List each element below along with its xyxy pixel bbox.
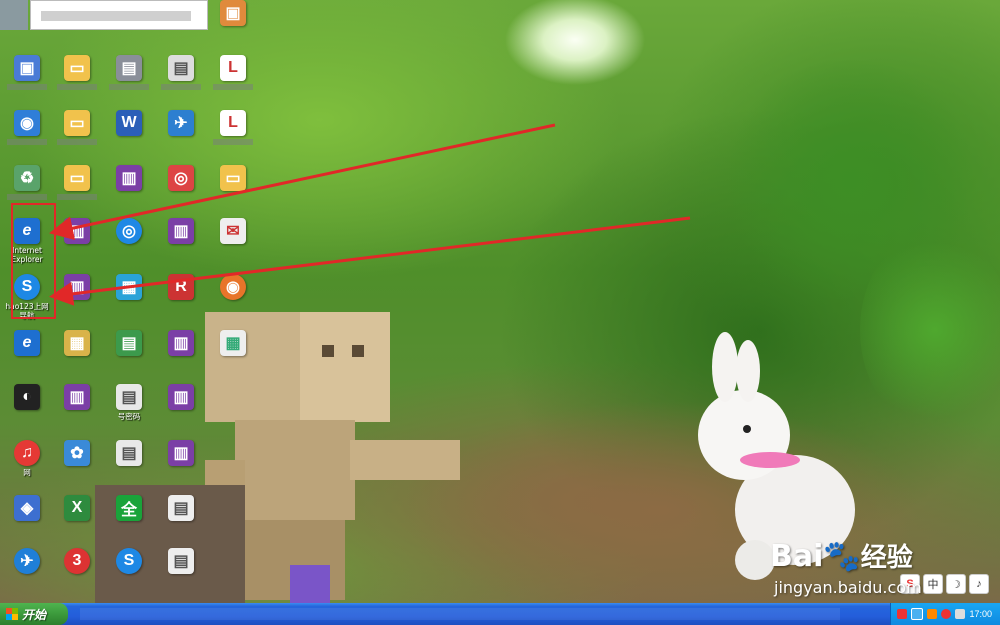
start-label: 开始 [22,607,47,622]
taskbar-buttons[interactable] [80,606,860,622]
security-tray-icon[interactable] [941,609,952,619]
system-tray: 17:00 [890,603,1000,625]
watermark-url: jingyan.baidu.com [774,578,922,597]
annotation-arrows [49,123,691,306]
app-tray-icon[interactable] [927,609,938,619]
volume-tray-icon[interactable] [955,609,966,619]
arrow-to-hao123 [49,216,691,306]
clock[interactable]: 17:00 [969,609,992,619]
desktop-wallpaper: ▣ ◉ ♻ e Internet Explorer S hao123上网 导航 … [0,0,1000,603]
paw-icon: 🐾 [823,539,861,574]
network-tray-icon[interactable] [911,608,924,620]
arrow-to-ie [49,123,556,240]
baidu-watermark: Bai🐾经验 [770,537,913,574]
sogou-tray-icon[interactable] [897,609,908,619]
taskbar: 开始 17:00 [0,603,1000,625]
sound-icon[interactable]: ♪ [969,574,989,594]
watermark-brand-cn: 经验 [860,543,913,573]
moon-icon[interactable]: ☽ [946,574,966,594]
ime-chinese-toggle[interactable]: 中 [923,574,943,594]
start-button[interactable]: 开始 [0,603,68,625]
windows-logo-icon [6,608,18,620]
watermark-brand: Bai [770,539,824,574]
